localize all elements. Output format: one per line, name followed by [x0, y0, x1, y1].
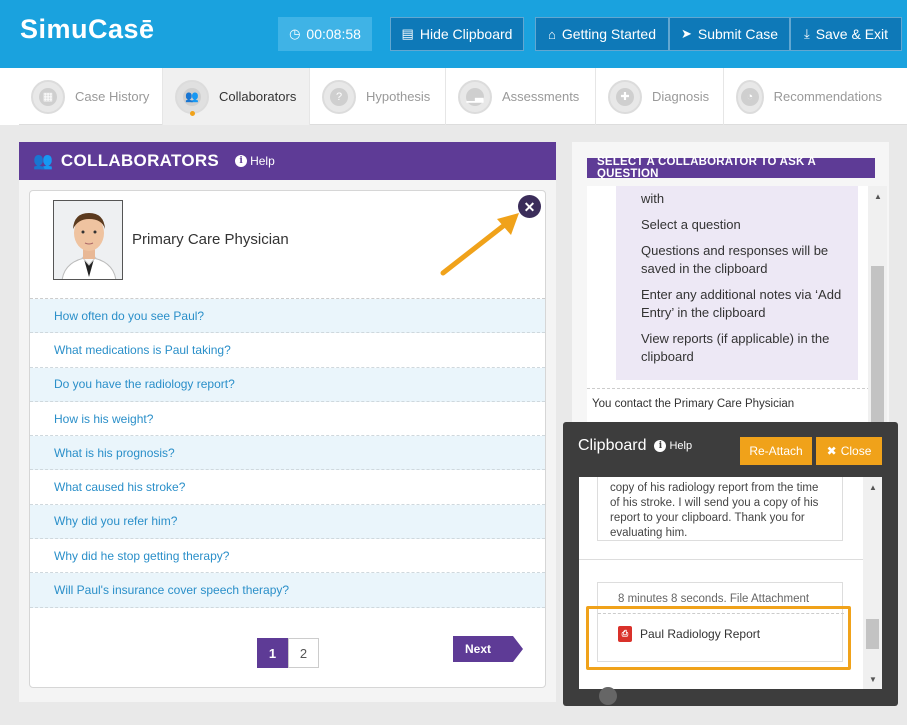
entry-meta: 8 minutes 8 seconds. File Attachment — [618, 593, 810, 605]
question-item[interactable]: Will Paul's insurance cover speech thera… — [30, 573, 545, 608]
page-1-button[interactable]: 1 — [257, 638, 288, 668]
entry-text: copy of his radiology report from the ti… — [610, 482, 819, 539]
clipboard-title-row: Clipboard i Help — [578, 437, 692, 455]
case-history-icon: ▦ — [31, 79, 65, 114]
help-link[interactable]: i Help — [235, 154, 275, 168]
question-item[interactable]: What medications is Paul taking? — [30, 333, 545, 368]
contact-message: You contact the Primary Care Physician — [592, 398, 795, 410]
close-icon[interactable]: ✕ — [518, 195, 541, 218]
tab-diagnosis[interactable]: ✚ Diagnosis — [596, 68, 724, 125]
tab-assessments[interactable]: ▁▃ Assessments — [446, 68, 596, 125]
timer-value: 00:08:58 — [306, 26, 361, 42]
attachment-highlight — [586, 606, 851, 670]
tab-hypothesis[interactable]: ? Hypothesis — [310, 68, 446, 125]
info-icon: i — [235, 155, 248, 167]
tab-case-history[interactable]: ▦ Case History — [19, 68, 163, 125]
scroll-up-icon[interactable]: ▲ — [874, 192, 882, 201]
question-item[interactable]: How often do you see Paul? — [30, 299, 545, 334]
save-exit-label: Save & Exit — [815, 26, 889, 42]
clipboard-entry: copy of his radiology report from the ti… — [597, 477, 843, 541]
collaborator-name: Primary Care Physician — [132, 231, 289, 248]
reattach-button[interactable]: Re-Attach — [740, 437, 812, 465]
tab-collaborators[interactable]: 👥 Collaborators — [163, 68, 310, 125]
help-label: Help — [669, 440, 693, 452]
tab-recommendations[interactable]: ◔ Recommendations — [724, 68, 894, 125]
ask-scrollbar[interactable]: ▲ — [868, 186, 887, 432]
collaborators-icon: 👥 — [175, 79, 209, 116]
clipboard-help-link[interactable]: i Help — [654, 440, 692, 452]
question-list: How often do you see Paul? What medicati… — [30, 298, 545, 608]
tab-label: Case History — [75, 89, 150, 104]
tab-label: Collaborators — [219, 89, 297, 104]
medkit-icon: ✚ — [608, 79, 642, 114]
close-icon: ✖ — [826, 444, 837, 458]
tab-label: Assessments — [502, 89, 580, 104]
question-item[interactable]: What is his prognosis? — [30, 436, 545, 471]
collaborator-card: Primary Care Physician ✕ How often do yo… — [29, 190, 546, 688]
getting-started-label: Getting Started — [561, 26, 657, 42]
instruction-text: Enter any additional notes via ‘Add Entr… — [641, 287, 842, 320]
next-button[interactable]: Next — [453, 636, 523, 662]
list-icon: ▤ — [401, 26, 414, 41]
help-label: Help — [250, 154, 275, 168]
clipboard-scrollbar[interactable]: ▲ ▼ — [863, 477, 882, 689]
getting-started-button[interactable]: ⌂ Getting Started — [535, 17, 669, 51]
ask-panel: SELECT A COLLABORATOR TO ASK A QUESTION … — [572, 142, 889, 432]
chart-icon: ▁▃ — [458, 79, 492, 114]
instruction-text: View reports (if applicable) in the clip… — [641, 331, 830, 364]
question-item[interactable]: Why did he stop getting therapy? — [30, 539, 545, 574]
tab-label: Diagnosis — [652, 89, 710, 104]
panel-title: COLLABORATORS — [60, 151, 220, 170]
question-item[interactable]: How is his weight? — [30, 402, 545, 437]
clipboard-title: Clipboard — [578, 437, 647, 454]
clock-icon: ◷ — [289, 26, 301, 41]
send-icon: ➤ — [680, 26, 692, 41]
question-item[interactable]: What caused his stroke? — [30, 470, 545, 505]
timer: ◷ 00:08:58 — [278, 17, 372, 51]
home-icon: ⌂ — [547, 26, 556, 42]
collaborators-icon: 👥 — [33, 153, 53, 170]
section-tabs: ▦ Case History 👥 Collaborators ? Hypothe… — [19, 68, 907, 125]
save-exit-button[interactable]: ⤓ Save & Exit — [790, 17, 902, 51]
close-button[interactable]: ✖ Close — [816, 437, 882, 465]
question-item[interactable]: Do you have the radiology report? — [30, 367, 545, 402]
hide-clipboard-label: Hide Clipboard — [419, 26, 513, 42]
ask-header: SELECT A COLLABORATOR TO ASK A QUESTION — [587, 156, 875, 180]
download-icon: ⤓ — [803, 26, 810, 41]
divider — [587, 388, 870, 389]
scroll-thumb[interactable] — [866, 619, 879, 649]
top-bar: SimuCasē ◷ 00:08:58 ▤ Hide Clipboard ⌂ G… — [0, 0, 907, 68]
close-label: Close — [840, 444, 872, 458]
collaborators-header: 👥 COLLABORATORS i Help — [19, 142, 556, 180]
comment-icon: ◔ — [736, 79, 764, 114]
hide-clipboard-button[interactable]: ▤ Hide Clipboard — [390, 17, 524, 51]
instruction-text: with — [641, 191, 665, 206]
question-item[interactable]: Why did you refer him? — [30, 504, 545, 540]
collaborators-panel: 👥 COLLABORATORS i Help Primary Care Phys… — [19, 142, 556, 702]
divider — [579, 559, 863, 560]
scroll-down-icon[interactable]: ▼ — [869, 675, 877, 684]
instruction-text: Select a question — [641, 217, 741, 232]
instruction-text: Questions and responses will be saved in… — [641, 243, 829, 276]
avatar — [53, 200, 123, 280]
tab-label: Recommendations — [773, 89, 882, 104]
instructions-box: with Select a question Questions and res… — [616, 186, 858, 380]
physician-portrait — [54, 201, 122, 279]
pointer-arrow — [440, 213, 519, 276]
scroll-thumb[interactable] — [871, 266, 884, 426]
tab-label: Hypothesis — [366, 89, 431, 104]
page-2-button[interactable]: 2 — [288, 638, 319, 668]
submit-case-label: Submit Case — [697, 26, 779, 42]
add-entry-icon[interactable] — [599, 687, 617, 705]
scroll-up-icon[interactable]: ▲ — [869, 483, 877, 492]
app-logo: SimuCasē — [20, 14, 155, 44]
pagination: 1 2 — [257, 638, 319, 668]
submit-case-button[interactable]: ➤ Submit Case — [669, 17, 790, 51]
clipboard-footer — [579, 687, 863, 705]
question-icon: ? — [322, 79, 356, 114]
ask-content: with Select a question Questions and res… — [587, 186, 875, 432]
info-icon: i — [654, 440, 667, 452]
